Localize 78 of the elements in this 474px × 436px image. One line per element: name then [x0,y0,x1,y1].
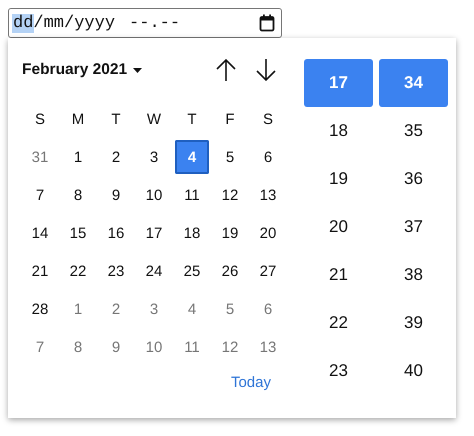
day-cell[interactable]: 10 [135,328,173,366]
day-cell[interactable]: 4 [173,290,211,328]
day-cell[interactable]: 5 [211,138,249,176]
day-cell[interactable]: 21 [21,252,59,290]
day-cell[interactable]: 8 [59,328,97,366]
day-cell[interactable]: 16 [97,214,135,252]
day-cell[interactable]: 2 [97,138,135,176]
day-cell[interactable]: 13 [249,176,287,214]
day-cell[interactable]: 14 [21,214,59,252]
day-cell[interactable]: 3 [135,138,173,176]
day-cell[interactable]: 24 [135,252,173,290]
weekday-label: S [34,110,46,130]
down-arrow-icon [255,58,277,82]
dropdown-caret-icon[interactable] [133,68,142,72]
day-cell[interactable]: 31 [21,138,59,176]
day-cell[interactable]: 22 [59,252,97,290]
hour-option[interactable]: 22 [304,299,373,347]
hour-option[interactable]: 19 [304,155,373,203]
day-cell[interactable]: 6 [249,290,287,328]
day-cell[interactable]: 6 [249,138,287,176]
minute-option[interactable]: 35 [379,107,448,155]
weekday-label: T [110,110,122,130]
day-cell[interactable]: 25 [173,252,211,290]
day-cell[interactable]: 26 [211,252,249,290]
day-cell[interactable]: 17 [135,214,173,252]
day-cell[interactable]: 1 [59,138,97,176]
day-cell[interactable]: 3 [135,290,173,328]
day-cell[interactable]: 11 [173,328,211,366]
minute-option[interactable]: 34 [379,59,448,107]
day-cell[interactable]: 18 [173,214,211,252]
day-cell[interactable]: 9 [97,328,135,366]
day-cell[interactable]: 7 [21,176,59,214]
day-cell[interactable]: 4 [175,140,209,174]
hour-option[interactable]: 21 [304,251,373,299]
hour-option[interactable]: 18 [304,107,373,155]
minute-option[interactable]: 40 [379,347,448,395]
separator: / [32,14,44,32]
day-cell[interactable]: 8 [59,176,97,214]
hour-option[interactable]: 23 [304,347,373,395]
day-cell[interactable]: 19 [211,214,249,252]
weekday-label: W [146,110,162,130]
day-cell[interactable]: 9 [97,176,135,214]
separator: . [148,14,161,32]
date-segment[interactable]: yyyy [73,14,116,32]
hour-option[interactable]: 17 [304,59,373,107]
day-cell[interactable]: 15 [59,214,97,252]
day-cell[interactable]: 12 [211,328,249,366]
minute-option[interactable]: 39 [379,299,448,347]
weekday-label: F [224,110,236,130]
date-segment[interactable]: -- [128,14,150,32]
minute-option[interactable]: 36 [379,155,448,203]
day-cell[interactable]: 23 [97,252,135,290]
day-cell[interactable]: 20 [249,214,287,252]
day-cell[interactable]: 12 [211,176,249,214]
date-time-field[interactable]: dd/mm/yyyy --.-- [8,8,282,38]
date-segment[interactable]: mm [42,14,66,32]
date-segment[interactable]: dd [12,14,34,32]
weekday-label: T [186,110,198,130]
day-cell[interactable]: 2 [97,290,135,328]
day-cell[interactable]: 7 [21,328,59,366]
day-cell[interactable]: 10 [135,176,173,214]
minute-option[interactable]: 38 [379,251,448,299]
today-button[interactable]: Today [226,372,275,393]
weekday-label: M [70,110,86,130]
weekday-label: S [262,110,274,130]
calendar-icon[interactable] [259,14,275,32]
up-arrow-icon [215,58,237,82]
day-cell[interactable]: 11 [173,176,211,214]
minute-option[interactable]: 37 [379,203,448,251]
day-cell[interactable]: 27 [249,252,287,290]
month-year-label[interactable]: February 2021 [22,61,128,79]
separator: / [64,14,74,32]
hour-option[interactable]: 20 [304,203,373,251]
day-cell[interactable]: 28 [21,290,59,328]
day-cell[interactable]: 5 [211,290,249,328]
day-cell[interactable]: 1 [59,290,97,328]
date-segment[interactable]: -- [158,14,182,32]
day-cell[interactable]: 13 [249,328,287,366]
